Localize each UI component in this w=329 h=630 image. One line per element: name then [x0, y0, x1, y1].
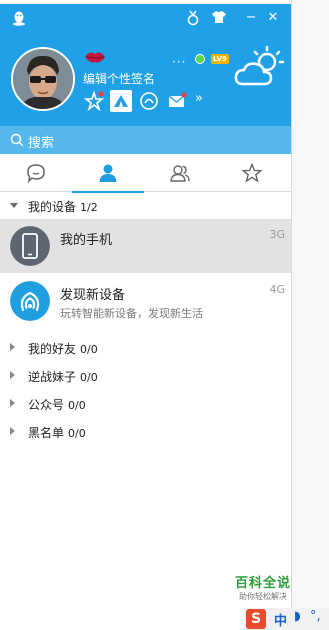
collapsed-arrow-icon	[10, 399, 15, 407]
device-name: 我的手机	[60, 233, 113, 248]
group-count: 0/0	[80, 343, 98, 356]
group-count: 0/0	[80, 371, 98, 384]
ime-mode-indicator[interactable]: 中	[274, 610, 287, 629]
collapsed-arrow-icon	[10, 343, 15, 351]
group-official-accounts[interactable]: 公众号 0/0	[0, 393, 291, 415]
expanded-arrow-icon	[10, 203, 18, 208]
watermark-title: 百科全说	[234, 576, 291, 591]
online-status-dot[interactable]	[195, 54, 205, 64]
group-name: 我的好友	[28, 342, 77, 356]
weather-cloud-sun-icon[interactable]	[233, 44, 287, 90]
minimize-button[interactable]: −	[243, 10, 259, 26]
search-placeholder: 搜索	[28, 136, 55, 151]
group-name: 公众号	[28, 398, 65, 412]
tab-favorites[interactable]	[216, 154, 288, 192]
main-tabs	[0, 154, 291, 193]
watermark: 百科全说 助你轻松解决	[232, 572, 294, 602]
lips-icon	[85, 52, 105, 63]
device-subtitle: 玩转智能新设备，发现新生活	[60, 307, 203, 320]
person-icon	[99, 164, 117, 182]
device-name: 发现新设备	[60, 288, 126, 303]
group-count: 0/0	[68, 427, 86, 440]
qq-penguin-icon	[13, 11, 25, 26]
mail-icon[interactable]	[166, 90, 188, 112]
more-apps-button[interactable]: »	[195, 91, 203, 106]
tab-groups[interactable]	[144, 154, 216, 192]
level-badge[interactable]: LV9	[211, 54, 229, 64]
device-row-discover[interactable]: 发现新设备 玩转智能新设备，发现新生活 4G	[0, 274, 291, 328]
tshirt-icon[interactable]	[211, 10, 227, 26]
group-name: 我的设备	[28, 200, 77, 214]
device-row-my-phone[interactable]: 我的手机 3G	[0, 219, 291, 273]
signature-edit[interactable]: 编辑个性签名	[83, 70, 155, 87]
qzone-icon[interactable]	[138, 90, 160, 112]
group-my-friends[interactable]: 我的好友 0/0	[0, 337, 291, 359]
system-tray: S 中 ◗ °,	[244, 608, 329, 630]
search-icon	[10, 133, 24, 147]
group-blacklist[interactable]: 黑名单 0/0	[0, 421, 291, 443]
group-nizhan[interactable]: 逆战妹子 0/0	[0, 365, 291, 387]
group-count: 1/2	[80, 201, 98, 214]
tab-messages[interactable]	[0, 154, 72, 192]
desktop-background	[291, 0, 329, 630]
group-name: 逆战妹子	[28, 370, 77, 384]
sogou-ime-icon[interactable]: S	[246, 609, 266, 629]
watermark-subtitle: 助你轻松解决	[239, 592, 287, 601]
status-dots: ···	[172, 55, 187, 69]
avatar[interactable]	[11, 47, 75, 111]
signal-discover-icon	[10, 281, 50, 321]
group-my-devices[interactable]: 我的设备 1/2	[0, 195, 291, 217]
close-button[interactable]: ✕	[265, 10, 281, 26]
collapsed-arrow-icon	[10, 427, 15, 435]
tab-contacts[interactable]	[72, 154, 144, 193]
group-name: 黑名单	[28, 426, 65, 440]
search-bar[interactable]: 搜索	[0, 126, 291, 154]
half-width-moon-icon[interactable]: ◗	[294, 609, 301, 624]
qq-main-panel: − ✕ 编辑个性签名 ··· LV9 » 搜索 我的设备 1/2 我的手机 3G…	[0, 4, 291, 630]
medal-icon[interactable]	[185, 10, 201, 26]
group-count: 0/0	[68, 399, 86, 412]
chat-bubble-icon	[27, 164, 45, 183]
phone-icon	[10, 226, 50, 266]
group-icon	[170, 165, 190, 182]
network-type: 4G	[269, 283, 285, 296]
tent-icon[interactable]	[110, 90, 132, 112]
punctuation-mode-indicator[interactable]: °,	[310, 609, 321, 624]
star-outline-icon	[242, 163, 262, 183]
star-badge-icon[interactable]	[83, 90, 105, 112]
network-type: 3G	[269, 228, 285, 241]
profile-header: − ✕ 编辑个性签名 ··· LV9 »	[0, 4, 291, 126]
collapsed-arrow-icon	[10, 371, 15, 379]
